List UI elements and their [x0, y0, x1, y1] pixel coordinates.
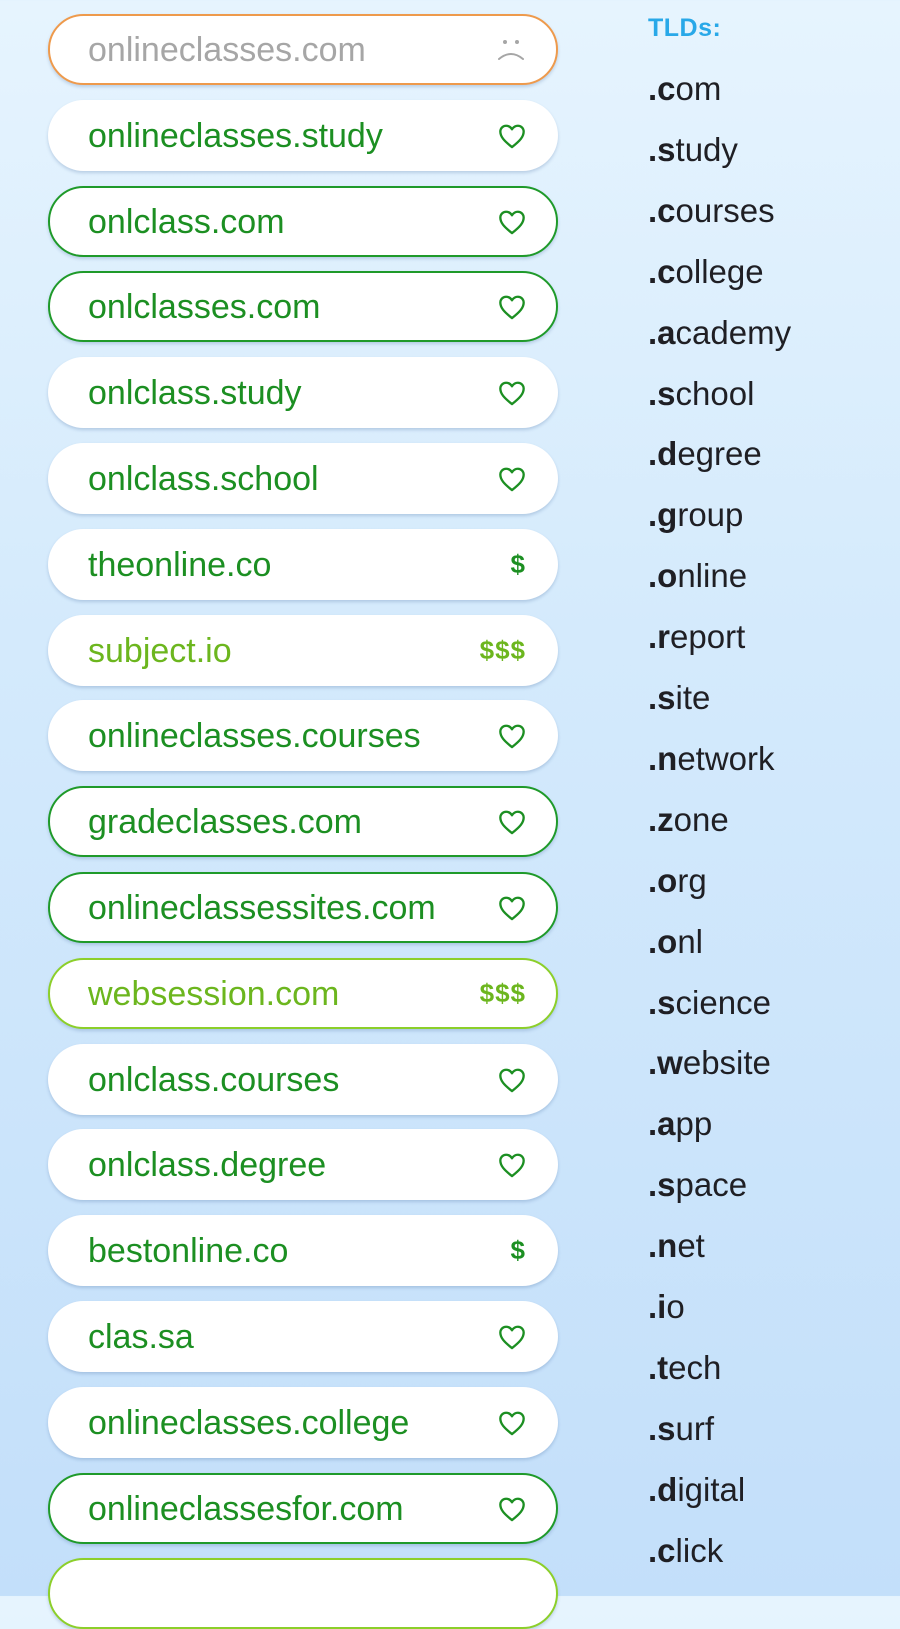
domain-name: onlclass.school [88, 459, 319, 498]
tld-option[interactable]: .school [648, 377, 754, 410]
price-indicator: $$$ [479, 978, 526, 1008]
domain-name: onlineclasses.courses [88, 716, 421, 755]
heart-icon[interactable] [498, 1410, 526, 1436]
tld-option[interactable]: .study [648, 133, 738, 166]
domain-suggestion[interactable]: onlclass.degree [48, 1129, 558, 1200]
domain-name: theonline.co [88, 545, 272, 584]
tld-option[interactable]: .degree [648, 437, 762, 470]
domain-name: subject.io [88, 631, 232, 670]
domain-name: onlclass.courses [88, 1060, 340, 1099]
tld-option[interactable]: .io [648, 1290, 685, 1323]
price-indicator: $ [510, 549, 526, 579]
domain-suggestion[interactable] [48, 1558, 558, 1629]
domain-suggestion[interactable]: clas.sa [48, 1301, 558, 1372]
domain-name: onlineclasses.college [88, 1403, 410, 1442]
tld-panel-heading: TLDs: [648, 14, 722, 42]
heart-icon[interactable] [498, 466, 526, 492]
domain-suggestion[interactable]: onlineclasses.com [48, 14, 558, 85]
tld-option[interactable]: .courses [648, 194, 775, 227]
domain-name: clas.sa [88, 1317, 194, 1356]
domain-suggestion[interactable]: theonline.co $ [48, 529, 558, 600]
tld-option[interactable]: .college [648, 255, 764, 288]
domain-name: gradeclasses.com [88, 802, 363, 841]
tld-option[interactable]: .group [648, 498, 743, 531]
heart-icon[interactable] [498, 895, 526, 921]
heart-icon[interactable] [498, 1496, 526, 1522]
domain-name: onlclass.degree [88, 1145, 327, 1184]
tld-option[interactable]: .science [648, 986, 771, 1019]
domain-suggestion[interactable]: subject.io $$$ [48, 615, 558, 686]
domain-suggestion[interactable]: gradeclasses.com [48, 786, 558, 857]
heart-icon[interactable] [498, 123, 526, 149]
domain-suggestion[interactable]: onlclass.school [48, 443, 558, 514]
domain-suggestion[interactable]: onlineclasses.courses [48, 700, 558, 771]
price-indicator: $$$ [479, 635, 526, 665]
domain-name: onlineclassesfor.com [88, 1489, 404, 1528]
domain-suggestion[interactable]: onlclass.study [48, 357, 558, 428]
domain-name: onlclasses.com [88, 287, 321, 326]
tld-option[interactable]: .net [648, 1229, 705, 1262]
tld-option[interactable]: .digital [648, 1473, 745, 1506]
heart-icon[interactable] [498, 723, 526, 749]
tld-option[interactable]: .app [648, 1107, 712, 1140]
domain-name: onlineclasses.study [88, 116, 383, 155]
domain-suggestion[interactable]: onlclass.courses [48, 1044, 558, 1115]
heart-icon[interactable] [498, 809, 526, 835]
domain-suggestion[interactable]: onlineclasses.college [48, 1387, 558, 1458]
tld-option[interactable]: .org [648, 864, 707, 897]
domain-name: onlineclassessites.com [88, 888, 436, 927]
tld-option[interactable]: .click [648, 1534, 723, 1567]
domain-name: websession.com [88, 974, 340, 1013]
domain-name: onlclass.com [88, 202, 285, 241]
domain-suggestion[interactable]: onlineclassessites.com [48, 872, 558, 943]
domain-name: bestonline.co [88, 1231, 289, 1270]
tld-option[interactable]: .surf [648, 1412, 714, 1445]
domain-suggestion[interactable]: onlineclasses.study [48, 100, 558, 171]
tld-option[interactable]: .onl [648, 925, 703, 958]
heart-icon[interactable] [498, 1152, 526, 1178]
price-indicator: $ [510, 1235, 526, 1265]
domain-name: onlclass.study [88, 373, 302, 412]
domain-suggestion[interactable]: websession.com $$$ [48, 958, 558, 1029]
heart-icon[interactable] [498, 1324, 526, 1350]
tld-option[interactable]: .tech [648, 1351, 721, 1384]
domain-suggestion[interactable]: onlineclassesfor.com [48, 1473, 558, 1544]
heart-icon[interactable] [498, 209, 526, 235]
tld-option[interactable]: .report [648, 620, 745, 653]
heart-icon[interactable] [498, 1067, 526, 1093]
domain-suggestion[interactable]: bestonline.co $ [48, 1215, 558, 1286]
heart-icon[interactable] [498, 380, 526, 406]
domain-suggestion[interactable]: onlclass.com [48, 186, 558, 257]
domain-name: onlineclasses.com [88, 30, 366, 69]
tld-option[interactable]: .site [648, 681, 710, 714]
tld-option[interactable]: .online [648, 559, 747, 592]
frown-icon [496, 37, 526, 63]
tld-option[interactable]: .network [648, 742, 775, 775]
tld-option[interactable]: .com [648, 72, 721, 105]
tld-option[interactable]: .academy [648, 316, 791, 349]
tld-option[interactable]: .website [648, 1046, 771, 1079]
tld-option[interactable]: .space [648, 1168, 747, 1201]
tld-option[interactable]: .zone [648, 803, 729, 836]
heart-icon[interactable] [498, 294, 526, 320]
domain-suggestion[interactable]: onlclasses.com [48, 271, 558, 342]
